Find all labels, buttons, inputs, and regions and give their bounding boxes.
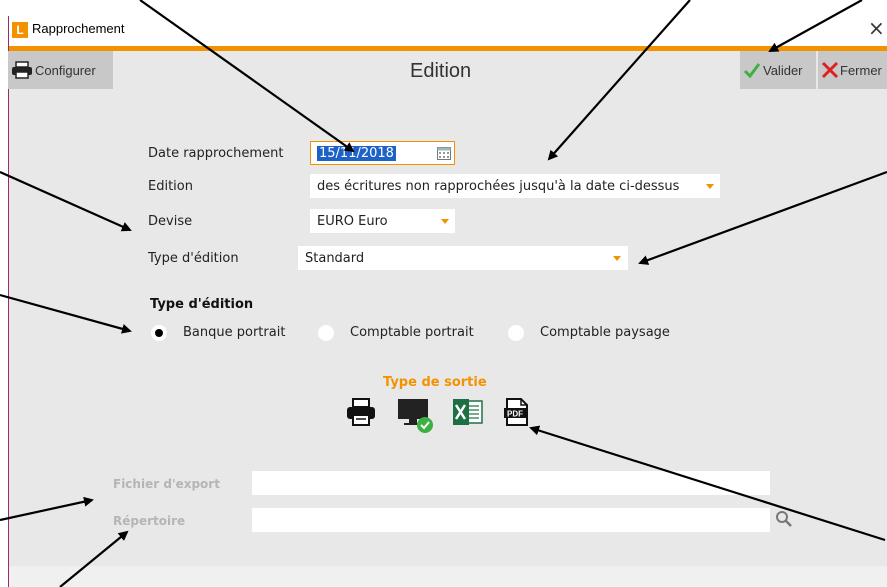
search-icon[interactable] [775,510,793,528]
edition-dropdown-icon[interactable] [706,184,714,189]
devise-dropdown-icon[interactable] [441,219,449,224]
radio-comptable-paysage[interactable] [508,325,524,341]
printer-icon[interactable] [345,398,377,426]
radio-selected-dot [155,329,163,337]
radio-group-title: Type d'édition [150,297,254,312]
date-value: 15/11/2018 [317,146,396,161]
radio-label-banque-portrait: Banque portrait [183,325,286,340]
date-field[interactable]: 15/11/2018 [310,141,455,165]
window-border [8,16,9,587]
pdf-icon-text: PDF [507,410,523,419]
close-icon [821,61,839,79]
radio-label-comptable-portrait: Comptable portrait [350,325,474,340]
edition-value: des écritures non rapprochées jusqu'à la… [317,179,680,194]
validate-label: Valider [763,62,803,78]
app-logo-icon: L [12,22,28,38]
edition-select[interactable]: des écritures non rapprochées jusqu'à la… [310,174,720,198]
screen-icon[interactable] [397,398,435,434]
devise-select[interactable]: EURO Euro [310,209,455,233]
edition-label: Edition [148,179,193,194]
export-file-label: Fichier d'export [113,477,220,491]
type-edition-label: Type d'édition [148,251,239,266]
footer-bar [8,566,887,587]
close-label: Fermer [840,62,882,78]
directory-label: Répertoire [113,514,186,528]
configure-label: Configurer [35,62,96,78]
pdf-icon[interactable]: PDF [503,398,531,426]
directory-input[interactable] [252,508,770,532]
configure-button[interactable]: Configurer [8,51,113,89]
type-edition-select[interactable]: Standard [298,246,628,270]
export-file-input[interactable] [252,471,770,495]
radio-banque-portrait[interactable] [151,325,167,341]
printer-icon [12,61,32,79]
close-button[interactable]: Fermer [818,51,887,89]
devise-label: Devise [148,214,193,229]
validate-button[interactable]: Valider [740,51,816,89]
type-edition-value: Standard [305,251,365,266]
title-bar [8,16,887,46]
window-close-icon[interactable]: × [868,16,885,40]
excel-icon[interactable] [452,398,484,426]
output-type-title: Type de sortie [383,375,487,390]
calendar-icon[interactable] [437,146,451,160]
checkmark-icon [743,63,761,79]
devise-value: EURO Euro [317,214,388,229]
type-edition-dropdown-icon[interactable] [613,256,621,261]
date-label: Date rapprochement [148,146,284,161]
page-title: Edition [410,60,472,82]
window-title: Rapprochement [32,21,125,36]
radio-comptable-portrait[interactable] [318,325,334,341]
radio-label-comptable-paysage: Comptable paysage [540,325,670,340]
